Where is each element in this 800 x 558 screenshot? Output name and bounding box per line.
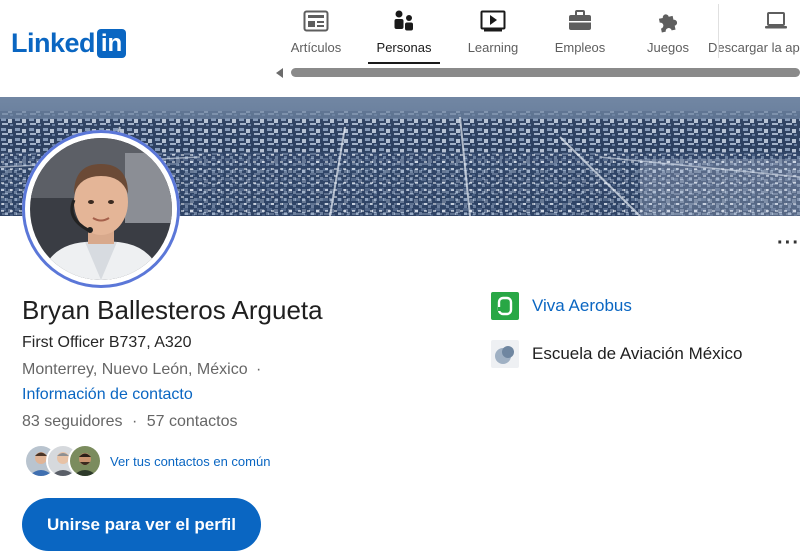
nav-item-learning[interactable]: Learning xyxy=(466,6,520,64)
education-item-escuela-aviacion[interactable]: Escuela de Aviación México xyxy=(491,340,742,368)
briefcase-icon xyxy=(568,6,592,36)
nav-divider xyxy=(718,4,719,58)
logo-in-box: in xyxy=(97,29,127,58)
contact-info-link[interactable]: Información de contacto xyxy=(22,386,193,404)
mutual-connections-link[interactable]: Ver tus contactos en común xyxy=(110,454,270,469)
nav-item-empleos[interactable]: Empleos xyxy=(554,6,606,64)
laptop-icon xyxy=(708,6,800,36)
join-to-view-profile-button[interactable]: Unirse para ver el perfil xyxy=(22,498,261,551)
more-options-icon[interactable]: ··· xyxy=(777,232,800,255)
linkedin-logo[interactable]: Linked in xyxy=(11,28,127,59)
nav-item-descargar-app[interactable]: Descargar la apli xyxy=(708,6,800,64)
nav-label: Empleos xyxy=(554,40,606,55)
mutual-connections[interactable]: Ver tus contactos en común xyxy=(24,444,270,478)
mutual-avatar xyxy=(68,444,102,478)
puzzle-icon xyxy=(656,6,680,36)
location-text: Monterrey, Nuevo León, México xyxy=(22,361,248,378)
nav-label: Juegos xyxy=(647,40,689,55)
top-nav-bar: Linked in Artículos Personas Learning Em… xyxy=(0,0,800,86)
location-separator: · xyxy=(256,361,262,378)
stats-separator: · xyxy=(131,413,138,430)
mutual-avatars xyxy=(24,444,102,478)
profile-location: Monterrey, Nuevo León, México · xyxy=(22,361,261,379)
nav-item-juegos[interactable]: Juegos xyxy=(645,6,691,64)
article-icon xyxy=(303,6,329,36)
profile-name: Bryan Ballesteros Argueta xyxy=(22,295,323,325)
school-logo xyxy=(491,340,519,368)
logo-text: Linked xyxy=(11,28,96,58)
scroll-left-arrow-icon[interactable] xyxy=(276,68,283,78)
scrollbar-thumb[interactable] xyxy=(291,68,800,77)
experience-item-viva-aerobus[interactable]: Viva Aerobus xyxy=(491,292,632,320)
followers-count: 83 seguidores xyxy=(22,413,123,430)
avatar[interactable] xyxy=(30,138,172,280)
nav-item-personas[interactable]: Personas xyxy=(368,6,440,64)
nav-item-articulos[interactable]: Artículos xyxy=(288,6,344,64)
nav-label: Artículos xyxy=(290,40,342,55)
viva-aerobus-logo xyxy=(491,292,519,320)
people-icon xyxy=(392,6,416,36)
nav-label: Descargar la apli xyxy=(708,40,800,55)
experience-label: Viva Aerobus xyxy=(532,296,632,315)
profile-stats: 83 seguidores · 57 contactos xyxy=(22,413,237,431)
profile-headline: First Officer B737, A320 xyxy=(22,334,192,351)
education-label: Escuela de Aviación México xyxy=(532,344,743,363)
nav-label: Learning xyxy=(467,40,519,55)
nav-horizontal-scrollbar[interactable] xyxy=(276,66,800,80)
learning-icon xyxy=(480,6,506,36)
nav-label: Personas xyxy=(376,40,432,55)
connections-count: 57 contactos xyxy=(146,413,238,430)
